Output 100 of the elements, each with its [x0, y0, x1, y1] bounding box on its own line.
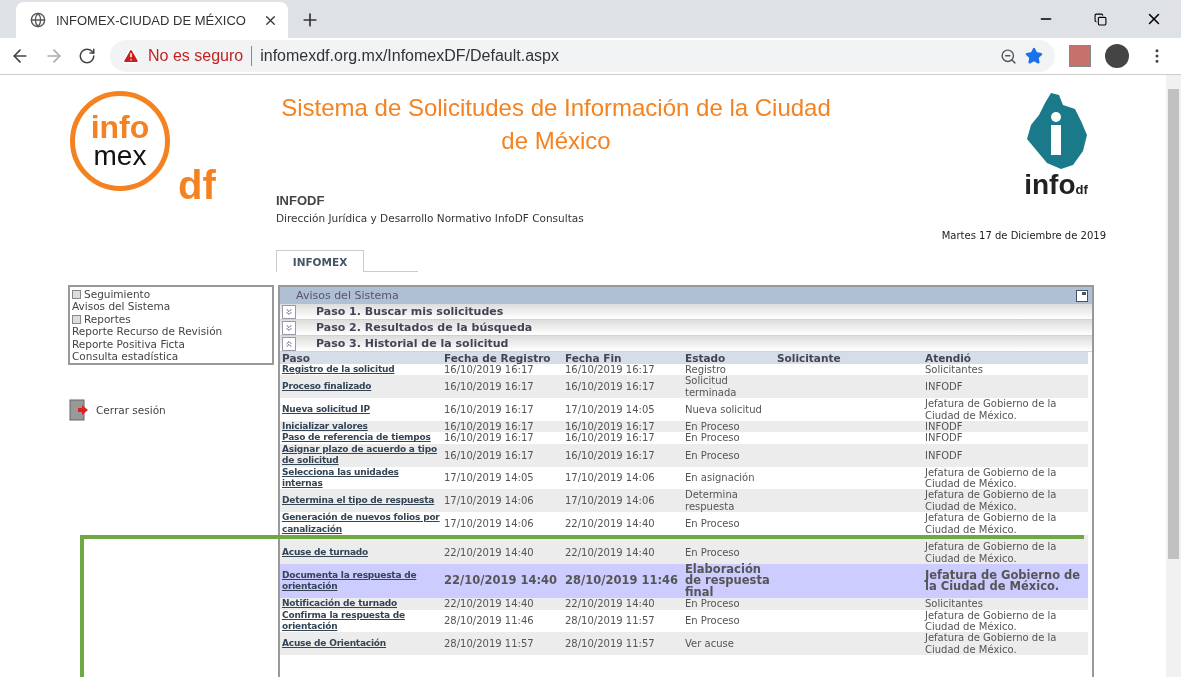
table-cell: 16/10/2019 16:17 [563, 364, 683, 376]
table-cell: 16/10/2019 16:17 [442, 443, 563, 467]
globe-icon [30, 12, 46, 29]
table-cell: Ver acuse [683, 632, 775, 656]
step-link[interactable]: Selecciona las unidades internas [282, 466, 440, 490]
table-cell: Jefatura de Gobierno de la Ciudad de México. [923, 466, 1088, 490]
table-cell: INFODF [923, 375, 1088, 399]
step-link[interactable]: Acuse de Orientación [282, 638, 440, 650]
table-cell: 17/10/2019 14:06 [563, 489, 683, 513]
department-name: Dirección Jurídica y Desarrollo Normativo InfoDF Consultas [276, 212, 585, 224]
logo-text: infodf [1024, 171, 1088, 202]
table-cell: En Proceso [683, 598, 775, 610]
scrollbar-thumb[interactable] [1168, 89, 1179, 559]
expand-icon[interactable] [72, 314, 81, 324]
step-link[interactable]: Generación de nuevos folios por canalización [282, 512, 440, 536]
table-cell: 17/10/2019 14:05 [442, 466, 563, 490]
step-header[interactable]: Paso 3. Historial de la solicitud [280, 336, 1092, 352]
table-cell: Elaboración de respuesta final [683, 563, 775, 599]
panel-title: Avisos del Sistema [296, 289, 400, 302]
table-cell: 22/10/2019 14:40 [442, 563, 563, 599]
table-cell: Jefatura de Gobierno de la Ciudad de México. [923, 512, 1088, 536]
org-name: INFODF [276, 193, 326, 208]
logo-text: df [178, 163, 216, 208]
warning-icon [122, 47, 140, 66]
exit-door-icon [68, 399, 90, 422]
table-cell: 16/10/2019 16:17 [442, 432, 563, 444]
step-link[interactable]: Registro de la solicitud [282, 364, 440, 376]
scrollbar[interactable] [1166, 75, 1181, 677]
table-cell: Nueva solicitud [683, 398, 775, 422]
menu-item[interactable]: Avisos del Sistema [72, 300, 270, 313]
table-cell: En Proceso [683, 432, 775, 444]
column-header: Paso [280, 352, 442, 364]
url-text: infomexdf.org.mx/InfomexDF/Default.aspx [260, 47, 560, 66]
browser-tab[interactable]: INFOMEX-CIUDAD DE MÉXICO [16, 2, 288, 39]
step-link[interactable]: Notificación de turnado [282, 598, 440, 610]
table-cell: 22/10/2019 14:40 [563, 598, 683, 610]
logo-text: mex [93, 142, 147, 170]
step-link[interactable]: Paso de referencia de tiempos [282, 432, 440, 444]
step-link[interactable]: Asignar plazo de acuerdo a tipo de solicitud [282, 443, 440, 467]
window-icon[interactable] [1076, 289, 1088, 302]
table-cell: 28/10/2019 11:46 [563, 563, 683, 599]
table-cell: 22/10/2019 14:40 [442, 598, 563, 610]
step-link[interactable]: Determina el tipo de respuesta [282, 495, 440, 507]
menu-item[interactable]: Seguimiento [72, 288, 270, 301]
logout-link[interactable]: Cerrar sesión [68, 399, 274, 422]
table-cell: En asignación [683, 466, 775, 490]
table-cell: 16/10/2019 16:17 [563, 432, 683, 444]
step-link[interactable]: Inicializar valores [282, 421, 440, 433]
table-cell: 16/10/2019 16:17 [442, 398, 563, 422]
menu-item[interactable]: Reporte Recurso de Revisión [72, 325, 270, 338]
table-cell: 16/10/2019 16:17 [563, 421, 683, 433]
table-cell: En Proceso [683, 421, 775, 433]
menu-item[interactable]: Reportes [72, 312, 270, 326]
table-cell: Solicitantes [923, 364, 1088, 376]
step-header[interactable]: Paso 2. Resultados de la búsqueda [280, 320, 1092, 336]
step-link[interactable]: Nueva solicitud IP [282, 403, 440, 416]
table-cell: INFODF [923, 432, 1088, 444]
table-cell: 16/10/2019 16:17 [442, 375, 563, 399]
step-link[interactable]: Proceso finalizado [282, 381, 440, 393]
profile-avatar[interactable] [1105, 44, 1129, 69]
table-cell: Jefatura de Gobierno de la Ciudad de México. [923, 632, 1088, 656]
table-cell: 28/10/2019 11:57 [563, 609, 683, 633]
reload-button[interactable] [78, 47, 96, 66]
table-cell: 17/10/2019 14:06 [442, 489, 563, 513]
expand-icon[interactable] [72, 289, 81, 299]
table-cell: 16/10/2019 16:17 [563, 443, 683, 467]
table-cell: 28/10/2019 11:57 [563, 632, 683, 656]
table-cell: Determina respuesta [683, 489, 775, 513]
step-link[interactable]: Confirma la respuesta de orientación [282, 609, 440, 633]
table-cell: INFODF [923, 443, 1088, 467]
zoom-icon[interactable] [1000, 47, 1017, 65]
step-link[interactable]: Acuse de turnado [282, 546, 440, 559]
column-header: Fecha Fin [563, 352, 683, 364]
table-cell: 28/10/2019 11:57 [442, 632, 563, 656]
menu-item[interactable]: Consulta estadística [72, 350, 270, 363]
step-header[interactable]: Paso 1. Buscar mis solicitudes [280, 304, 1092, 320]
address-bar[interactable]: No es seguro infomexdf.org.mx/InfomexDF/Default.aspx [110, 40, 1055, 73]
page-title: Sistema de Solicitudes de Información de la Ciudad de México [280, 93, 832, 156]
menu-item[interactable]: Reporte Positiva Ficta [72, 337, 270, 351]
table-cell: 16/10/2019 16:17 [442, 421, 563, 433]
page-tab[interactable]: INFOMEX [276, 250, 364, 272]
column-header: Fecha de Registro [442, 352, 563, 364]
step-link[interactable]: Documenta la respuesta de orientación [282, 569, 440, 593]
table-cell: 16/10/2019 16:17 [442, 364, 563, 376]
table-cell: Jefatura de Gobierno de la Ciudad de México. [923, 609, 1088, 633]
column-header: Atendió [923, 352, 1088, 364]
table-cell: 28/10/2019 11:46 [442, 609, 563, 633]
restore-icon[interactable] [1093, 12, 1107, 26]
table-cell: Registro [683, 364, 775, 376]
table-cell: Jefatura de Gobierno de la Ciudad de México. [923, 489, 1088, 513]
table-cell: INFODF [923, 421, 1088, 433]
column-header: Estado [683, 352, 775, 364]
extension-icon[interactable] [1069, 45, 1091, 68]
table-cell: 17/10/2019 14:06 [563, 466, 683, 490]
table-cell: 16/10/2019 16:17 [563, 375, 683, 399]
table-cell: Jefatura de Gobierno de la Ciudad de México. [923, 563, 1088, 599]
security-label: No es seguro [148, 47, 244, 66]
star-icon[interactable] [1025, 47, 1043, 66]
table-cell: Solicitud terminada [683, 375, 775, 399]
column-header: Solicitante [775, 352, 923, 364]
